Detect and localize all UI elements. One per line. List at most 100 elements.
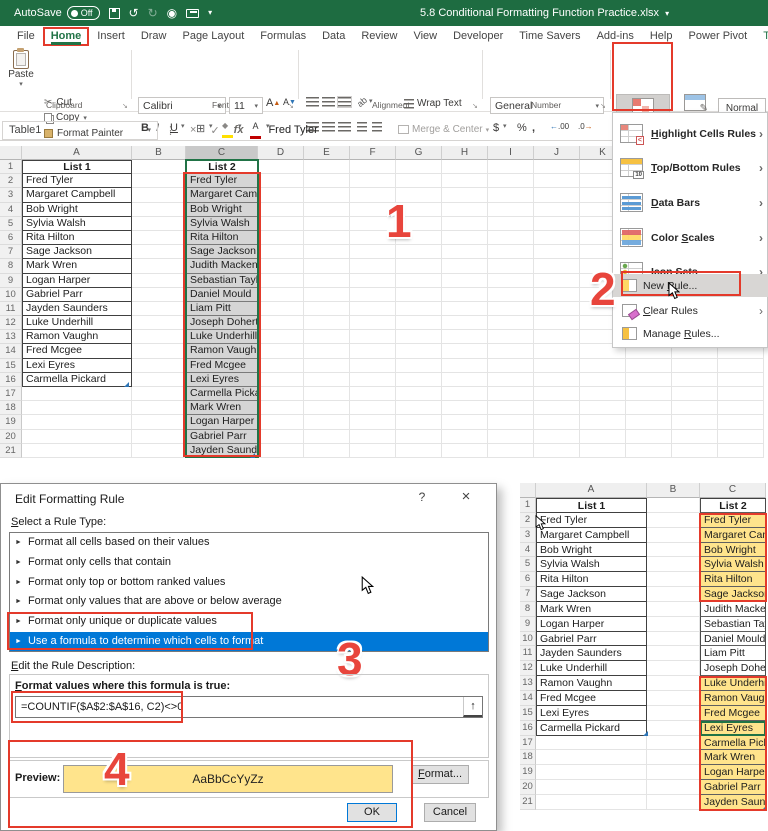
cell[interactable] bbox=[580, 429, 626, 444]
cell[interactable] bbox=[647, 735, 700, 751]
cell[interactable] bbox=[132, 230, 186, 246]
cell[interactable] bbox=[534, 330, 580, 345]
cell[interactable] bbox=[534, 358, 580, 373]
collapse-dialog-icon[interactable]: ↑ bbox=[463, 697, 482, 717]
ok-button[interactable]: OK bbox=[347, 803, 397, 822]
ribbon-tab[interactable]: File bbox=[10, 28, 42, 45]
cell[interactable] bbox=[396, 160, 442, 175]
clipboard-dialog-launcher-icon[interactable]: ↘ bbox=[122, 102, 128, 110]
cell[interactable] bbox=[672, 415, 718, 430]
cell[interactable] bbox=[534, 401, 580, 416]
cell[interactable] bbox=[396, 401, 442, 416]
ribbon-tab[interactable]: Data bbox=[315, 28, 352, 45]
menu-item-new-rule[interactable]: New Rule... bbox=[613, 274, 768, 297]
list1-cell[interactable]: Mark Wren bbox=[22, 259, 132, 274]
cell[interactable] bbox=[534, 287, 580, 302]
cell[interactable] bbox=[442, 387, 488, 402]
cell[interactable] bbox=[304, 415, 350, 430]
formula-bar-content[interactable]: Fred Tyler bbox=[268, 124, 317, 136]
cell[interactable] bbox=[442, 344, 488, 359]
redo-icon[interactable]: ↻ bbox=[148, 7, 158, 19]
cell[interactable] bbox=[488, 202, 534, 217]
list2-cell[interactable]: Mark Wren bbox=[186, 401, 258, 416]
cell[interactable] bbox=[132, 401, 186, 416]
cell[interactable] bbox=[647, 542, 700, 558]
list1-cell[interactable]: Jayden Saunders bbox=[536, 646, 647, 662]
cell[interactable] bbox=[647, 765, 700, 781]
cell[interactable] bbox=[304, 174, 350, 189]
list2-cell[interactable]: Joseph Doherty bbox=[700, 661, 766, 677]
cell[interactable] bbox=[647, 616, 700, 632]
cell[interactable] bbox=[350, 287, 396, 302]
list2-cell[interactable]: Bob Wright bbox=[186, 202, 258, 217]
cell[interactable] bbox=[534, 429, 580, 444]
table-resize-handle[interactable] bbox=[250, 453, 255, 458]
cell[interactable] bbox=[442, 358, 488, 373]
list2-cell[interactable]: Ramon Vaughn bbox=[186, 344, 258, 359]
cell[interactable] bbox=[132, 316, 186, 331]
cell[interactable] bbox=[488, 316, 534, 331]
row-header[interactable]: 10 bbox=[520, 631, 536, 647]
cell[interactable] bbox=[132, 259, 186, 274]
cell[interactable] bbox=[534, 443, 580, 458]
select-all-corner[interactable] bbox=[520, 483, 536, 498]
cell[interactable] bbox=[132, 344, 186, 359]
cell[interactable] bbox=[350, 443, 396, 458]
list2-cell[interactable]: Judith Mackenzie bbox=[186, 259, 258, 274]
cell[interactable] bbox=[626, 358, 672, 373]
list2-cell[interactable]: Fred Mcgee bbox=[186, 358, 258, 373]
list2-cell[interactable]: Fred Mcgee bbox=[700, 705, 766, 721]
cell[interactable] bbox=[442, 202, 488, 217]
list2-cell[interactable]: Fred Tyler bbox=[186, 174, 258, 189]
grow-font-button[interactable]: A ▲ bbox=[266, 97, 280, 109]
cell[interactable] bbox=[396, 372, 442, 387]
row-header[interactable]: 14 bbox=[520, 690, 536, 706]
monitor-icon[interactable] bbox=[186, 8, 200, 18]
cell[interactable] bbox=[442, 160, 488, 175]
row-header[interactable]: 5 bbox=[520, 557, 536, 573]
list1-cell[interactable] bbox=[22, 443, 132, 458]
cell[interactable] bbox=[672, 372, 718, 387]
undo-icon[interactable]: ↺ bbox=[129, 7, 139, 19]
cell[interactable] bbox=[258, 301, 304, 317]
row-header[interactable]: 8 bbox=[520, 601, 536, 617]
list1-cell[interactable]: Rita Hilton bbox=[536, 572, 647, 588]
cell[interactable] bbox=[647, 720, 700, 736]
cell[interactable] bbox=[488, 273, 534, 288]
cell[interactable] bbox=[580, 415, 626, 430]
cell[interactable] bbox=[672, 429, 718, 444]
cell[interactable] bbox=[350, 330, 396, 345]
cell[interactable] bbox=[304, 344, 350, 359]
column-header[interactable]: F bbox=[350, 146, 396, 160]
row-header[interactable]: 16 bbox=[520, 720, 536, 736]
cell[interactable] bbox=[132, 429, 186, 444]
cell[interactable] bbox=[442, 273, 488, 288]
row-header[interactable]: 2 bbox=[520, 512, 536, 528]
cell[interactable] bbox=[132, 415, 186, 430]
ribbon-tab[interactable]: Page Layout bbox=[175, 28, 251, 45]
cell[interactable] bbox=[396, 245, 442, 260]
cell[interactable] bbox=[442, 259, 488, 274]
cell[interactable] bbox=[304, 259, 350, 274]
cell[interactable] bbox=[534, 316, 580, 331]
row-header[interactable]: 20 bbox=[0, 429, 22, 444]
list1-cell[interactable]: Gabriel Parr bbox=[22, 287, 132, 302]
formula-input[interactable]: =COUNTIF($A$2:$A$16, C2)<>0 bbox=[15, 696, 483, 718]
cell[interactable] bbox=[396, 301, 442, 317]
cell[interactable] bbox=[626, 443, 672, 458]
row-header[interactable]: 10 bbox=[0, 287, 22, 302]
cancel-entry-icon[interactable]: × bbox=[190, 124, 196, 136]
menu-item-highlight-cells-rules[interactable]: Highlight Cells Rules › bbox=[613, 117, 768, 150]
cell[interactable] bbox=[647, 794, 700, 810]
menu-item-data-bars[interactable]: Data Bars › bbox=[613, 186, 768, 219]
cell[interactable] bbox=[258, 330, 304, 345]
cell[interactable] bbox=[132, 160, 186, 175]
row-header[interactable]: 20 bbox=[520, 780, 536, 795]
cell[interactable] bbox=[672, 387, 718, 402]
font-size-select[interactable]: 11 ▾ bbox=[229, 97, 263, 114]
cell[interactable] bbox=[534, 273, 580, 288]
cell[interactable] bbox=[488, 174, 534, 189]
cell[interactable] bbox=[647, 527, 700, 543]
cell[interactable] bbox=[258, 160, 304, 175]
cell[interactable] bbox=[132, 174, 186, 189]
